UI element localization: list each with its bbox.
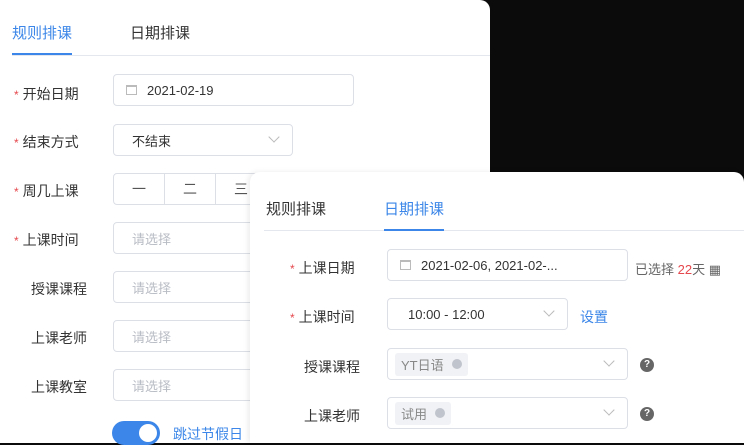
end-mode-select[interactable]: 不结束	[113, 124, 293, 156]
course-label: 授课课程	[304, 359, 360, 375]
teacher-label: 上课老师	[304, 408, 360, 424]
help-icon[interactable]: ?	[640, 358, 654, 372]
class-time-select[interactable]: 10:00 - 12:00	[387, 298, 568, 330]
end-mode-label: * 结束方式	[14, 134, 79, 150]
teacher-tag: 试用	[395, 401, 452, 425]
tag-close-icon[interactable]	[451, 359, 462, 369]
weekday-tue[interactable]: 二	[164, 173, 216, 205]
tab-bar: 规则排课 日期排课	[264, 172, 744, 231]
grid-icon[interactable]: ▦	[709, 262, 721, 277]
date-schedule-panel: 规则排课 日期排课 * 上课日期 2021-02-06, 2021-02-... …	[250, 172, 744, 443]
chevron-down-icon	[603, 404, 615, 416]
settings-link[interactable]: 设置	[580, 307, 608, 327]
tab-bar: 规则排课 日期排课	[12, 0, 490, 56]
tag-close-icon[interactable]	[435, 408, 446, 418]
calendar-icon	[126, 85, 137, 95]
class-date-label: * 上课日期	[290, 260, 355, 276]
selected-days-count: 已选择 22天 ▦	[635, 262, 722, 277]
chevron-down-icon	[543, 305, 555, 317]
class-time-label: * 上课时间	[14, 232, 79, 248]
skip-holidays-label: 跳过节假日	[173, 426, 243, 442]
course-label: 授课课程	[31, 281, 87, 297]
classroom-label: 上课教室	[31, 379, 87, 395]
course-tag: YT日语	[395, 352, 468, 376]
tab-rule-schedule[interactable]: 规则排课	[266, 198, 326, 219]
chevron-down-icon	[603, 355, 615, 367]
weekday-mon[interactable]: 一	[113, 173, 165, 205]
tab-rule-schedule[interactable]: 规则排课	[12, 22, 73, 55]
class-time-label: * 上课时间	[290, 309, 355, 325]
course-select[interactable]: YT日语	[387, 348, 628, 380]
start-date-label: * 开始日期	[14, 86, 79, 102]
teacher-select[interactable]: 试用	[387, 397, 628, 429]
tab-date-schedule[interactable]: 日期排课	[130, 22, 190, 43]
teacher-label: 上课老师	[31, 330, 87, 346]
skip-holidays-toggle[interactable]	[112, 421, 160, 445]
weekday-label: * 周几上课	[14, 183, 79, 199]
help-icon[interactable]: ?	[640, 407, 654, 421]
start-date-input[interactable]: 2021-02-19	[113, 74, 354, 106]
tab-date-schedule[interactable]: 日期排课	[384, 198, 445, 231]
calendar-icon	[400, 260, 411, 270]
class-date-input[interactable]: 2021-02-06, 2021-02-...	[387, 249, 628, 281]
chevron-down-icon	[268, 131, 280, 143]
